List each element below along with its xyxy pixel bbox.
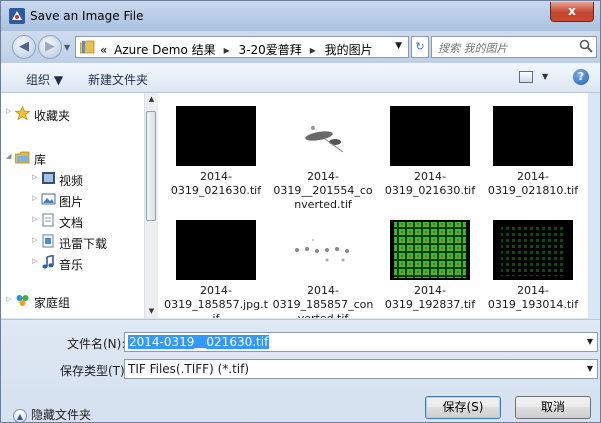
filetype-label: 保存类型(T): — [60, 364, 129, 378]
expand-arrow-icon[interactable]: ▷ — [32, 257, 37, 265]
homegroup-icon — [16, 295, 29, 306]
pictures-icon — [41, 193, 56, 205]
favorites-star-icon — [15, 106, 30, 120]
file-thumbnail — [390, 220, 470, 280]
help-icon[interactable]: ? — [573, 69, 589, 85]
expand-arrow-icon[interactable]: ▷ — [32, 194, 37, 202]
filetype-dropdown-icon[interactable]: ▼ — [587, 364, 593, 373]
file-item[interactable]: 2014-0319_021630.tif — [378, 106, 482, 198]
sidebar-item-documents[interactable]: 文档 — [59, 214, 83, 231]
file-name: 2014-0319_185857.jpg.tif — [164, 284, 268, 318]
filename-field[interactable]: 2014-0319__021630.tif ▼ — [124, 332, 598, 352]
file-thumbnail — [176, 106, 256, 166]
expand-arrow-icon[interactable]: ▷ — [32, 215, 37, 223]
breadcrumb-separator-icon[interactable]: ▸ — [310, 43, 316, 57]
breadcrumb-separator-icon[interactable]: ▸ — [224, 43, 230, 57]
save-image-dialog: Save an Image File x ◀ ▶ ▼ « Azure Demo … — [0, 0, 601, 423]
sidebar-item-library[interactable]: 库 — [34, 151, 46, 168]
close-button[interactable]: x — [550, 2, 594, 22]
file-thumbnail — [283, 220, 363, 280]
refresh-button[interactable]: ↻ — [411, 36, 429, 58]
file-item[interactable]: 2014-0319_021630.tif — [164, 106, 268, 198]
file-item[interactable]: 2014-0319_192837.tif — [378, 220, 482, 312]
back-button[interactable]: ◀ — [12, 35, 36, 59]
collapse-up-icon: ▲ — [13, 408, 27, 422]
file-name: 2014-0319_193014.tif — [487, 284, 579, 311]
breadcrumb-item[interactable]: 3-20爱普拜 — [238, 43, 301, 57]
expand-arrow-icon[interactable]: ▷ — [32, 173, 37, 181]
file-item[interactable]: 2014-0319_185857.jpg.tif — [164, 220, 268, 318]
view-options-icon[interactable] — [519, 71, 533, 83]
window-title: Save an Image File — [30, 9, 144, 23]
file-item[interactable]: 2014-0319__201554_converted.tif — [271, 106, 375, 212]
address-bar[interactable]: « Azure Demo 结果 ▸ 3-20爱普拜 ▸ 我的图片 ▼ — [75, 36, 409, 58]
hide-folders-label: 隐藏文件夹 — [31, 408, 92, 422]
save-button[interactable]: 保存(S) — [425, 396, 501, 419]
refresh-icon: ↻ — [415, 40, 425, 53]
breadcrumb-overflow[interactable]: « — [100, 43, 107, 57]
sidebar-item-pictures[interactable]: 图片 — [59, 193, 83, 210]
documents-icon — [42, 213, 54, 227]
expand-arrow-icon[interactable]: ▷ — [6, 107, 11, 115]
file-item[interactable]: 2014-0319_021810.tif — [481, 106, 585, 198]
forward-button[interactable]: ▶ — [38, 35, 62, 59]
search-box[interactable] — [431, 36, 597, 58]
app-icon — [9, 8, 25, 24]
file-item[interactable]: 2014-0319_193014.tif — [481, 220, 585, 312]
library-icon — [15, 151, 30, 164]
navigation-bar: ◀ ▶ ▼ « Azure Demo 结果 ▸ 3-20爱普拜 ▸ 我的图片 ▼ ↻ — [1, 31, 600, 63]
file-name: 2014-0319_192837.tif — [384, 284, 476, 311]
filename-input[interactable]: 2014-0319__021630.tif — [128, 335, 270, 349]
file-name: 2014-0319_185857_converted.tif — [272, 284, 374, 318]
collapse-arrow-icon[interactable]: ◢ — [6, 152, 11, 160]
sidebar-item-music[interactable]: 音乐 — [59, 256, 83, 273]
search-icon[interactable] — [579, 39, 593, 53]
folder-icon — [80, 40, 95, 54]
file-thumbnail — [390, 106, 470, 166]
sidebar-scrollbar[interactable]: ▲ ▼ — [144, 93, 158, 318]
scrollbar-thumb[interactable] — [146, 111, 156, 221]
breadcrumb: « Azure Demo 结果 ▸ 3-20爱普拜 ▸ 我的图片 — [100, 41, 376, 58]
scroll-down-icon[interactable]: ▼ — [145, 305, 158, 318]
video-icon — [42, 172, 55, 184]
breadcrumb-item[interactable]: Azure Demo 结果 — [114, 43, 215, 57]
filetype-select[interactable]: TIF Files(.TIFF) (*.tif) ▼ — [124, 359, 598, 379]
view-dropdown-icon[interactable]: ▼ — [542, 72, 548, 81]
file-item[interactable]: 2014-0319_185857_converted.tif — [271, 220, 375, 318]
expand-arrow-icon[interactable]: ▷ — [32, 236, 37, 244]
history-dropdown-icon[interactable]: ▼ — [64, 43, 70, 52]
download-folder-icon — [42, 234, 54, 248]
filename-dropdown-icon[interactable]: ▼ — [587, 337, 593, 346]
cancel-button[interactable]: 取消 — [515, 396, 591, 419]
navigation-pane: ▷ 收藏夹 ◢ 库 ▷ 视频 ▷ 图片 ▷ 文档 ▷ 迅雷下载 ▷ 音乐 ▷ 家… — [1, 93, 158, 318]
address-dropdown-icon[interactable]: ▼ — [395, 41, 402, 51]
save-form: 文件名(N): 2014-0319__021630.tif ▼ 保存类型(T):… — [1, 319, 600, 422]
expand-arrow-icon[interactable]: ▷ — [6, 295, 11, 303]
breadcrumb-item[interactable]: 我的图片 — [325, 43, 373, 57]
filetype-value: TIF Files(.TIFF) (*.tif) — [128, 362, 250, 376]
scroll-up-icon[interactable]: ▲ — [145, 93, 158, 106]
sidebar-item-homegroup[interactable]: 家庭组 — [34, 294, 70, 311]
new-folder-button[interactable]: 新建文件夹 — [88, 71, 148, 88]
sidebar-item-thunder-download[interactable]: 迅雷下载 — [59, 235, 107, 252]
file-name: 2014-0319_021810.tif — [487, 170, 579, 197]
file-name: 2014-0319_021630.tif — [170, 170, 262, 197]
filename-label: 文件名(N): — [67, 337, 126, 351]
command-toolbar: 组织 ▼ 新建文件夹 ▼ ? — [1, 63, 600, 93]
hide-folders-toggle[interactable]: ▲ 隐藏文件夹 — [13, 406, 92, 422]
file-name: 2014-0319_021630.tif — [384, 170, 476, 197]
file-thumbnail — [283, 106, 363, 166]
music-icon — [42, 255, 54, 269]
file-thumbnail — [493, 106, 573, 166]
file-list: 2014-0319_021630.tif 2014-0319__201554_c… — [158, 93, 588, 318]
file-thumbnail — [176, 220, 256, 280]
file-name: 2014-0319__201554_converted.tif — [273, 170, 373, 211]
organize-menu[interactable]: 组织 ▼ — [26, 71, 63, 88]
sidebar-item-favorites[interactable]: 收藏夹 — [34, 107, 70, 124]
sidebar-item-video[interactable]: 视频 — [59, 172, 83, 189]
file-thumbnail — [493, 220, 573, 280]
search-input[interactable] — [436, 38, 580, 58]
title-bar: Save an Image File x — [1, 1, 600, 31]
